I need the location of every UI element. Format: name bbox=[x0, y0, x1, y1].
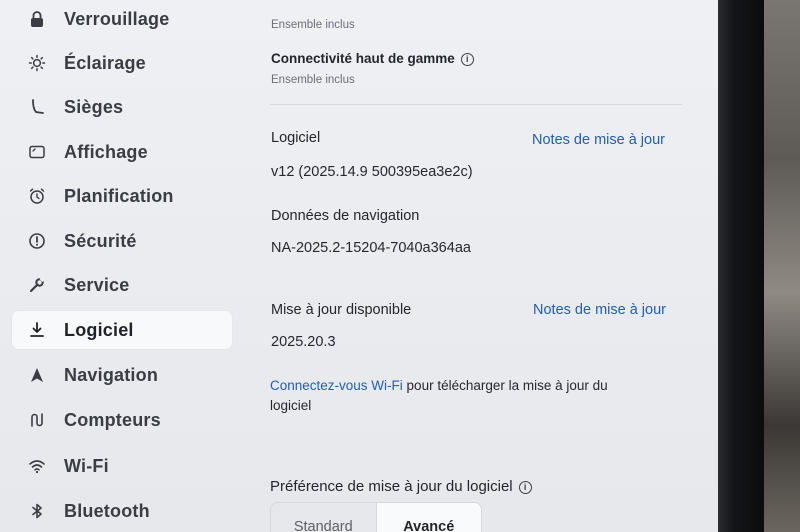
sidebar-item-label: Sécurité bbox=[64, 230, 137, 251]
connectivity-title-text: Connectivité haut de gamme bbox=[271, 51, 455, 66]
wifi-message-text: pour télécharger la mise à jour du bbox=[402, 378, 608, 393]
sidebar-item-label: Compteurs bbox=[64, 409, 161, 430]
sidebar-item-compteurs[interactable]: Compteurs bbox=[12, 401, 232, 439]
divider bbox=[270, 104, 682, 105]
update-release-notes-link[interactable]: Notes de mise à jour bbox=[533, 302, 666, 318]
software-version: v12 (2025.14.9 500395ea3e2c) bbox=[271, 164, 473, 180]
sun-icon bbox=[26, 52, 48, 74]
bluetooth-icon bbox=[26, 500, 48, 522]
connectivity-subtitle: Ensemble inclus bbox=[271, 74, 355, 86]
sidebar-item-eclairage[interactable]: Éclairage bbox=[12, 44, 232, 82]
option-standard[interactable]: Standard bbox=[271, 503, 376, 532]
navigation-arrow-icon bbox=[26, 364, 48, 386]
alert-circle-icon bbox=[26, 230, 48, 252]
trip-meter-icon bbox=[26, 409, 48, 431]
sidebar-item-sieges[interactable]: Sièges bbox=[12, 88, 232, 126]
navigation-data-value: NA-2025.2-15204-7040a364aa bbox=[271, 240, 471, 256]
sidebar-item-bluetooth[interactable]: Bluetooth bbox=[12, 492, 232, 530]
sidebar-item-service[interactable]: Service bbox=[12, 266, 232, 304]
sidebar-item-label: Sièges bbox=[64, 96, 124, 117]
sidebar-item-label: Bluetooth bbox=[64, 500, 150, 521]
option-avance[interactable]: Avancé bbox=[375, 503, 481, 532]
sidebar-item-logiciel[interactable]: Logiciel bbox=[12, 311, 232, 349]
sidebar-item-planification[interactable]: Planification bbox=[12, 177, 232, 215]
software-label: Logiciel bbox=[271, 130, 321, 146]
sidebar-item-label: Logiciel bbox=[64, 319, 134, 340]
sidebar-item-label: Navigation bbox=[64, 364, 159, 385]
wifi-message-line2: logiciel bbox=[270, 398, 312, 413]
update-version: 2025.20.3 bbox=[271, 334, 336, 350]
download-icon bbox=[26, 319, 48, 341]
wifi-icon bbox=[26, 455, 48, 477]
sidebar-item-label: Service bbox=[64, 274, 130, 295]
info-icon[interactable]: i bbox=[460, 52, 474, 66]
wrench-icon bbox=[26, 274, 48, 296]
navigation-data-label: Données de navigation bbox=[271, 208, 420, 224]
lock-icon bbox=[26, 8, 48, 30]
update-preference-text: Préférence de mise à jour du logiciel bbox=[270, 478, 513, 495]
sidebar-item-label: Planification bbox=[64, 185, 174, 206]
connectivity-title[interactable]: Connectivité haut de gamme i bbox=[271, 51, 474, 66]
update-preference-title: Préférence de mise à jour du logiciel i bbox=[270, 478, 532, 495]
alarm-clock-icon bbox=[26, 185, 48, 207]
sidebar-item-affichage[interactable]: Affichage bbox=[12, 133, 232, 171]
update-available-label: Mise à jour disponible bbox=[271, 302, 412, 318]
sidebar-item-label: Éclairage bbox=[64, 52, 146, 73]
sidebar-item-verrouillage[interactable]: Verrouillage bbox=[12, 0, 232, 38]
display-icon bbox=[26, 141, 48, 163]
sidebar-item-label: Wi-Fi bbox=[64, 455, 109, 476]
sidebar-item-securite[interactable]: Sécurité bbox=[12, 222, 232, 260]
connect-wifi-link[interactable]: Connectez-vous Wi-Fi bbox=[270, 378, 403, 393]
background bbox=[764, 0, 800, 532]
settings-screen: Verrouillage Éclairage Sièges Affichage … bbox=[0, 0, 722, 532]
prev-package-subtitle: Ensemble inclus bbox=[271, 19, 355, 31]
screen-bezel bbox=[718, 0, 764, 532]
seat-icon bbox=[26, 96, 48, 118]
update-preference-selector: Standard Avancé bbox=[270, 502, 482, 532]
sidebar: Verrouillage Éclairage Sièges Affichage … bbox=[0, 0, 245, 532]
sidebar-item-label: Affichage bbox=[64, 141, 148, 162]
wifi-message: Connectez-vous Wi-Fi pour télécharger la… bbox=[270, 376, 690, 416]
sidebar-item-navigation[interactable]: Navigation bbox=[12, 356, 232, 394]
sidebar-item-wifi[interactable]: Wi-Fi bbox=[12, 447, 232, 485]
sidebar-item-label: Verrouillage bbox=[64, 8, 170, 29]
software-release-notes-link[interactable]: Notes de mise à jour bbox=[532, 132, 665, 148]
info-icon[interactable]: i bbox=[518, 480, 532, 494]
